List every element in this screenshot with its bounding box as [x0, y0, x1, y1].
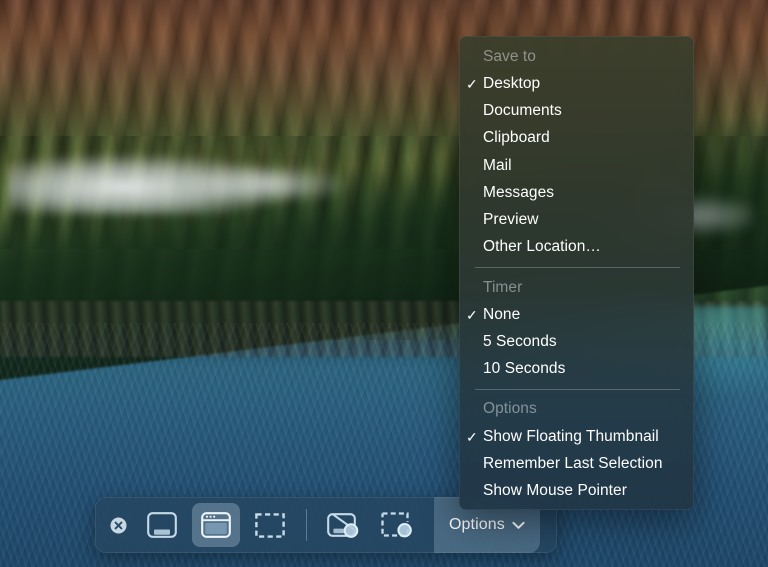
menu-item-desktop[interactable]: ✓ Desktop — [459, 70, 694, 97]
checkmark-icon: ✓ — [466, 75, 478, 92]
menu-item-label: 10 Seconds — [483, 360, 566, 378]
capture-entire-screen-button[interactable] — [138, 503, 186, 547]
record-entire-screen-button[interactable] — [319, 503, 367, 547]
close-button[interactable] — [101, 517, 135, 534]
checkmark-placeholder: ✓ — [466, 104, 483, 118]
menu-separator — [475, 388, 680, 390]
menu-item-5-seconds[interactable]: ✓ 5 Seconds — [459, 328, 694, 355]
options-menu[interactable]: Save to ✓ Desktop ✓ Documents ✓ Clipboar… — [459, 36, 694, 510]
menu-item-label: Show Floating Thumbnail — [483, 427, 659, 445]
menu-item-show-floating-thumbnail[interactable]: ✓ Show Floating Thumbnail — [459, 423, 694, 450]
menu-item-label: Preview — [483, 211, 539, 229]
checkmark-placeholder: ✓ — [466, 240, 483, 254]
checkmark-placeholder: ✓ — [466, 186, 483, 200]
checkmark-placeholder: ✓ — [466, 335, 483, 349]
menu-item-label: Messages — [483, 183, 555, 201]
menu-item-label: 5 Seconds — [483, 333, 557, 351]
menu-item-show-mouse-pointer[interactable]: ✓ Show Mouse Pointer — [459, 478, 694, 505]
checkmark-placeholder: ✓ — [466, 484, 483, 498]
menu-item-mail[interactable]: ✓ Mail — [459, 152, 694, 179]
desktop-screen: Options Save to ✓ Desktop ✓ Documents ✓ … — [0, 0, 768, 567]
menu-item-label: Other Location… — [483, 238, 601, 256]
menu-item-label: Remember Last Selection — [483, 454, 663, 472]
menu-item-documents[interactable]: ✓ Documents — [459, 97, 694, 124]
window-icon — [201, 512, 231, 538]
menu-item-none[interactable]: ✓ None — [459, 301, 694, 328]
menu-section-header-timer: Timer — [483, 278, 523, 296]
checkmark-placeholder: ✓ — [466, 362, 483, 376]
menu-section-header-options: Options — [483, 400, 537, 418]
menu-item-label: None — [483, 305, 521, 323]
capture-selected-window-button[interactable] — [192, 503, 240, 547]
capture-selected-portion-button[interactable] — [246, 503, 294, 547]
menu-item-10-seconds[interactable]: ✓ 10 Seconds — [459, 356, 694, 383]
checkmark-placeholder: ✓ — [466, 457, 483, 471]
menu-separator — [475, 267, 680, 269]
checkmark-placeholder: ✓ — [466, 213, 483, 227]
menu-item-remember-last-selection[interactable]: ✓ Remember Last Selection — [459, 450, 694, 477]
menu-item-messages[interactable]: ✓ Messages — [459, 179, 694, 206]
menu-item-label: Show Mouse Pointer — [483, 482, 627, 500]
options-button-label: Options — [449, 516, 505, 533]
checkmark-icon: ✓ — [466, 428, 478, 445]
record-selected-portion-button[interactable] — [373, 503, 421, 547]
checkmark-placeholder: ✓ — [466, 159, 483, 173]
cloud-bank-secondary — [184, 164, 354, 205]
menu-item-clipboard[interactable]: ✓ Clipboard — [459, 125, 694, 152]
close-icon — [110, 517, 126, 533]
menu-item-preview[interactable]: ✓ Preview — [459, 206, 694, 233]
menu-item-label: Clipboard — [483, 129, 550, 147]
menu-section-header-save-to: Save to — [483, 47, 536, 65]
selection-icon — [255, 512, 285, 538]
menu-item-other-location[interactable]: ✓ Other Location… — [459, 234, 694, 261]
menu-item-label: Mail — [483, 156, 512, 174]
screen-icon — [147, 512, 177, 538]
menu-item-label: Documents — [483, 101, 562, 119]
menu-item-label: Desktop — [483, 74, 541, 92]
checkmark-icon: ✓ — [466, 306, 478, 323]
checkmark-placeholder: ✓ — [466, 131, 483, 145]
record-screen-icon — [327, 512, 359, 538]
record-selection-icon — [381, 512, 412, 538]
chevron-down-icon — [512, 521, 525, 530]
toolbar-divider — [306, 509, 307, 541]
